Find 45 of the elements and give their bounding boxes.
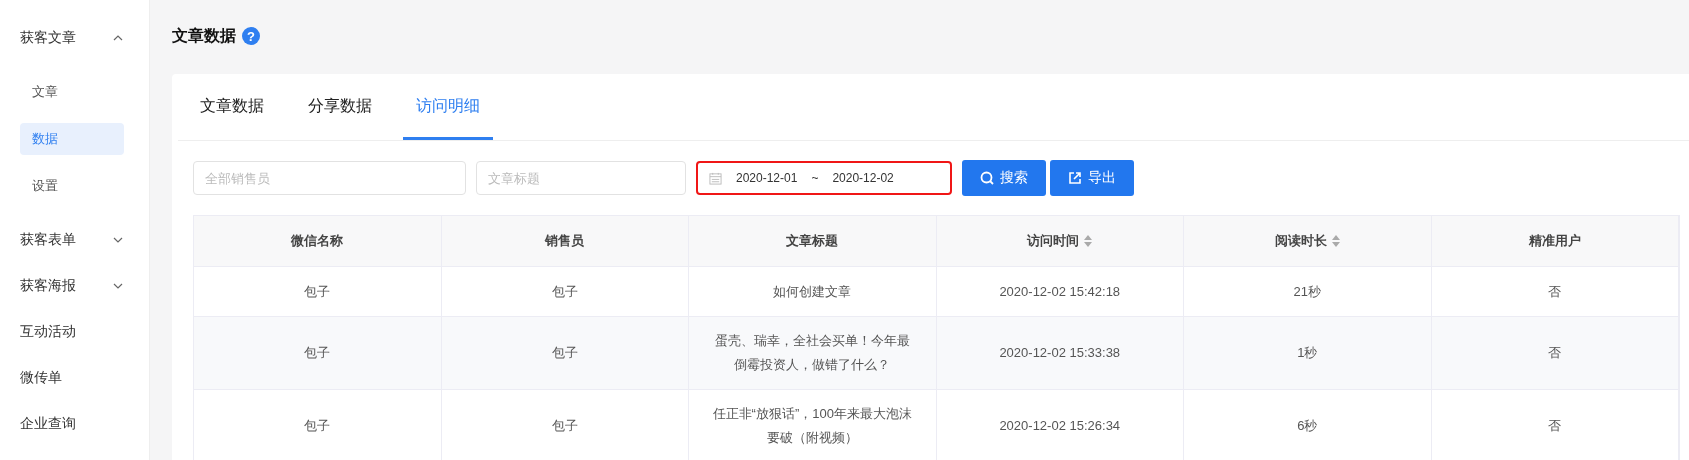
calendar-icon (709, 171, 722, 185)
search-button[interactable]: 搜索 (962, 160, 1046, 196)
column-header: 精准用户 (1431, 216, 1679, 267)
sidebar-item[interactable]: 企业查询 (0, 401, 149, 447)
table-cell: 包子 (194, 390, 442, 460)
tab[interactable]: 文章数据 (187, 74, 277, 140)
table-cell: 包子 (194, 317, 442, 390)
export-button[interactable]: 导出 (1050, 160, 1134, 196)
table-cell: 包子 (441, 390, 689, 460)
tab[interactable]: 访问明细 (403, 74, 493, 140)
tab[interactable]: 分享数据 (295, 74, 385, 140)
table-cell: 包子 (441, 317, 689, 390)
sort-icon[interactable] (1084, 235, 1093, 247)
sidebar-subitem[interactable]: 数据 (20, 123, 124, 155)
date-range-field[interactable]: 2020-12-01 ~ 2020-12-02 (696, 161, 952, 195)
date-separator: ~ (811, 171, 819, 185)
table-cell: 否 (1431, 317, 1679, 390)
start-date: 2020-12-01 (736, 171, 798, 185)
column-header: 微信名称 (194, 216, 442, 267)
sidebar-item[interactable]: 获客海报 (0, 263, 149, 309)
sidebar-item[interactable]: 互动活动 (0, 309, 149, 355)
sidebar-subitem[interactable]: 设置 (20, 170, 124, 202)
article-title-field[interactable]: 文章标题 (476, 161, 686, 195)
sort-icon[interactable] (1331, 235, 1340, 247)
table-cell: 2020-12-02 15:26:34 (936, 390, 1184, 460)
sidebar-item[interactable]: 获客表单 (0, 217, 149, 263)
export-icon (1068, 171, 1082, 185)
table-cell: 否 (1431, 390, 1679, 460)
column-header: 销售员 (441, 216, 689, 267)
page-title: 文章数据 (172, 25, 236, 46)
table-cell: 2020-12-02 15:33:38 (936, 317, 1184, 390)
table-cell: 任正非“放狠话”，100年来最大泡沫要破（附视频） (689, 390, 937, 460)
help-icon[interactable]: ? (242, 27, 260, 45)
column-header: 文章标题 (689, 216, 937, 267)
sidebar-subitem[interactable]: 文章 (20, 76, 124, 108)
table-cell: 1秒 (1184, 317, 1432, 390)
end-date: 2020-12-02 (832, 171, 894, 185)
salesperson-field[interactable]: 全部销售员 (193, 161, 466, 195)
column-header: 阅读时长 (1184, 216, 1432, 267)
sidebar-item[interactable]: 获客文章 (0, 15, 149, 61)
search-icon (980, 171, 994, 185)
table-cell: 6秒 (1184, 390, 1432, 460)
table-cell: 蛋壳、瑞幸，全社会买单！今年最倒霉投资人，做错了什么？ (689, 317, 937, 390)
column-header: 访问时间 (936, 216, 1184, 267)
sidebar-item[interactable]: 微传单 (0, 355, 149, 401)
